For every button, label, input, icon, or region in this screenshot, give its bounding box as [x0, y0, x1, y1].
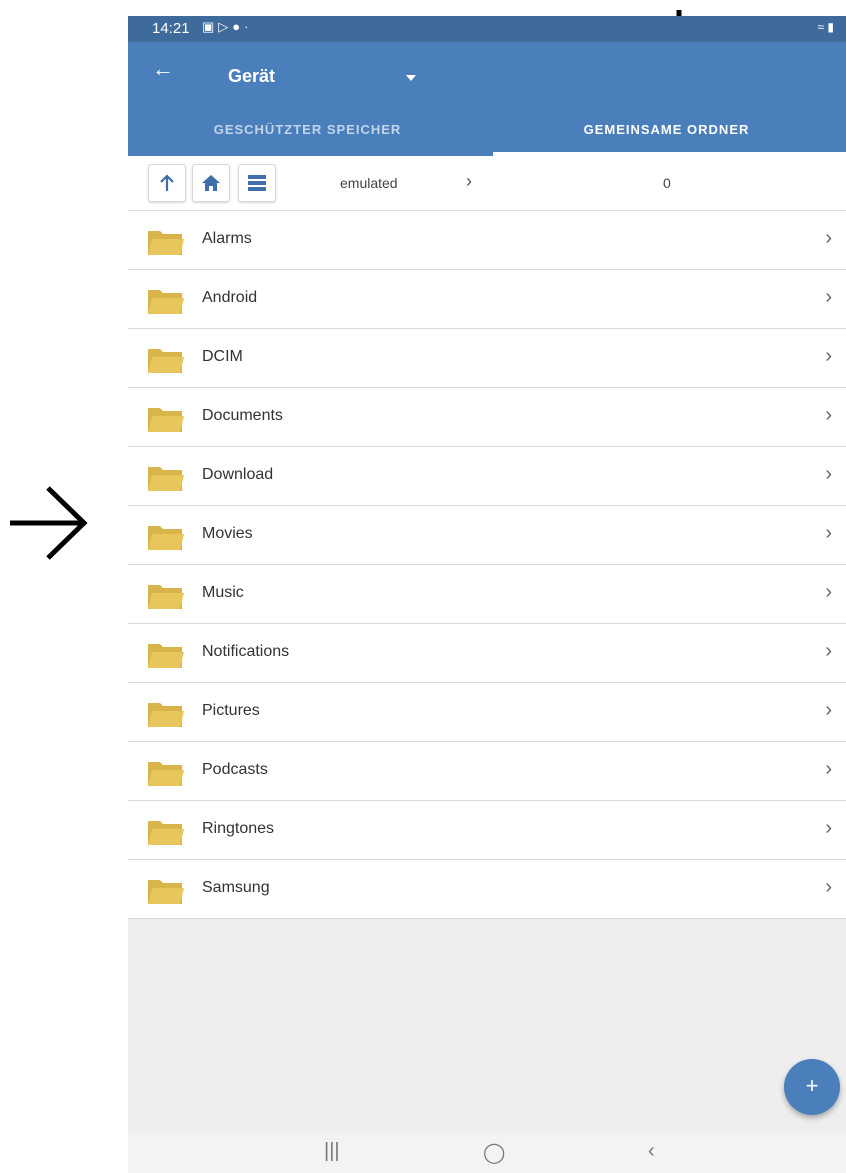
chevron-right-icon: › — [825, 876, 832, 898]
chevron-right-icon: › — [825, 404, 832, 426]
folder-label: Pictures — [202, 702, 260, 719]
chevron-right-icon: › — [825, 286, 832, 308]
bag-icon: ● — [232, 19, 245, 34]
home-nav-button[interactable]: ◯ — [483, 1140, 505, 1165]
chevron-right-icon: › — [825, 227, 832, 249]
folder-icon — [148, 821, 184, 845]
folder-row[interactable]: Movies › — [128, 506, 846, 565]
path-bar: emulated › 0 — [128, 156, 846, 211]
folder-row[interactable]: DCIM › — [128, 329, 846, 388]
chevron-right-icon: › — [825, 463, 832, 485]
chevron-right-icon: › — [825, 345, 832, 367]
folder-icon — [148, 408, 184, 432]
folder-label: Samsung — [202, 879, 270, 896]
arrow-up-icon — [160, 174, 174, 191]
status-system-icons: ≈ ▮ — [817, 20, 834, 34]
home-button[interactable] — [192, 164, 230, 202]
folder-row[interactable]: Music › — [128, 565, 846, 624]
annotation-arrow-right — [10, 486, 88, 560]
folder-row[interactable]: Podcasts › — [128, 742, 846, 801]
folder-row[interactable]: Notifications › — [128, 624, 846, 683]
path-segment-emulated[interactable]: emulated — [340, 175, 398, 191]
folder-label: Ringtones — [202, 820, 275, 837]
folder-icon — [148, 880, 184, 904]
chevron-right-icon: › — [825, 640, 832, 662]
folder-row[interactable]: Ringtones › — [128, 801, 846, 860]
folder-icon — [148, 585, 184, 609]
folder-row[interactable]: Android › — [128, 270, 846, 329]
wifi-icon: ≈ — [817, 20, 825, 34]
navigation-bar: ||| ◯ ‹ — [128, 1132, 846, 1173]
home-icon — [202, 175, 220, 191]
folder-row[interactable]: Samsung › — [128, 860, 846, 919]
folder-row[interactable]: Download › — [128, 447, 846, 506]
tab-shared-folders[interactable]: GEMEINSAME ORDNER — [487, 122, 846, 156]
folder-list: Alarms › Android › DCIM › Documents › Download › M… — [128, 211, 846, 919]
folder-label: Music — [202, 584, 244, 601]
folder-label: Android — [202, 289, 258, 306]
status-time: 14:21 — [152, 20, 190, 37]
back-nav-button[interactable]: ‹ — [648, 1140, 655, 1163]
folder-icon — [148, 467, 184, 491]
folder-icon — [148, 526, 184, 550]
chevron-right-icon: › — [825, 581, 832, 603]
chevron-right-icon: › — [825, 522, 832, 544]
back-arrow-icon[interactable]: ← — [152, 58, 174, 80]
folder-icon — [148, 644, 184, 668]
folder-label: Notifications — [202, 643, 290, 660]
item-count: 0 — [663, 175, 671, 191]
tab-protected-storage[interactable]: GESCHÜTZTER SPEICHER — [128, 122, 487, 156]
dropdown-caret-icon[interactable] — [406, 75, 416, 81]
folder-label: Movies — [202, 525, 253, 542]
folder-icon — [148, 762, 184, 786]
folder-label: Download — [202, 466, 274, 483]
up-button[interactable] — [148, 164, 186, 202]
status-notification-icons: ▣▷●· — [202, 19, 253, 35]
folder-label: Podcasts — [202, 761, 268, 778]
folder-label: Documents — [202, 407, 283, 424]
play-store-icon: ▷ — [218, 19, 233, 34]
dot-icon: · — [244, 19, 253, 34]
folder-icon — [148, 231, 184, 255]
folder-row[interactable]: Documents › — [128, 388, 846, 447]
folder-icon — [148, 290, 184, 314]
add-button[interactable]: + — [784, 1059, 840, 1115]
folder-label: Alarms — [202, 230, 252, 247]
phone-screen: 14:21 ▣▷●· ≈ ▮ ← Gerät GESCHÜTZTER SPEIC… — [128, 16, 846, 1173]
folder-row[interactable]: Alarms › — [128, 211, 846, 270]
folder-icon — [148, 703, 184, 727]
chevron-right-icon: › — [825, 817, 832, 839]
empty-area — [128, 919, 846, 1132]
storage-list-button[interactable] — [238, 164, 276, 202]
status-bar: 14:21 ▣▷●· ≈ ▮ — [128, 16, 846, 42]
chevron-right-icon: › — [825, 758, 832, 780]
image-icon: ▣ — [202, 19, 219, 34]
list-icon — [248, 175, 266, 191]
recents-button[interactable]: ||| — [324, 1140, 340, 1163]
chevron-right-icon: › — [825, 699, 832, 721]
chevron-right-icon: › — [466, 171, 472, 191]
battery-icon: ▮ — [827, 20, 834, 34]
folder-icon — [148, 349, 184, 373]
folder-row[interactable]: Pictures › — [128, 683, 846, 742]
app-bar: ← Gerät GESCHÜTZTER SPEICHER GEMEINSAME … — [128, 42, 846, 156]
folder-label: DCIM — [202, 348, 243, 365]
storage-title[interactable]: Gerät — [228, 66, 275, 87]
